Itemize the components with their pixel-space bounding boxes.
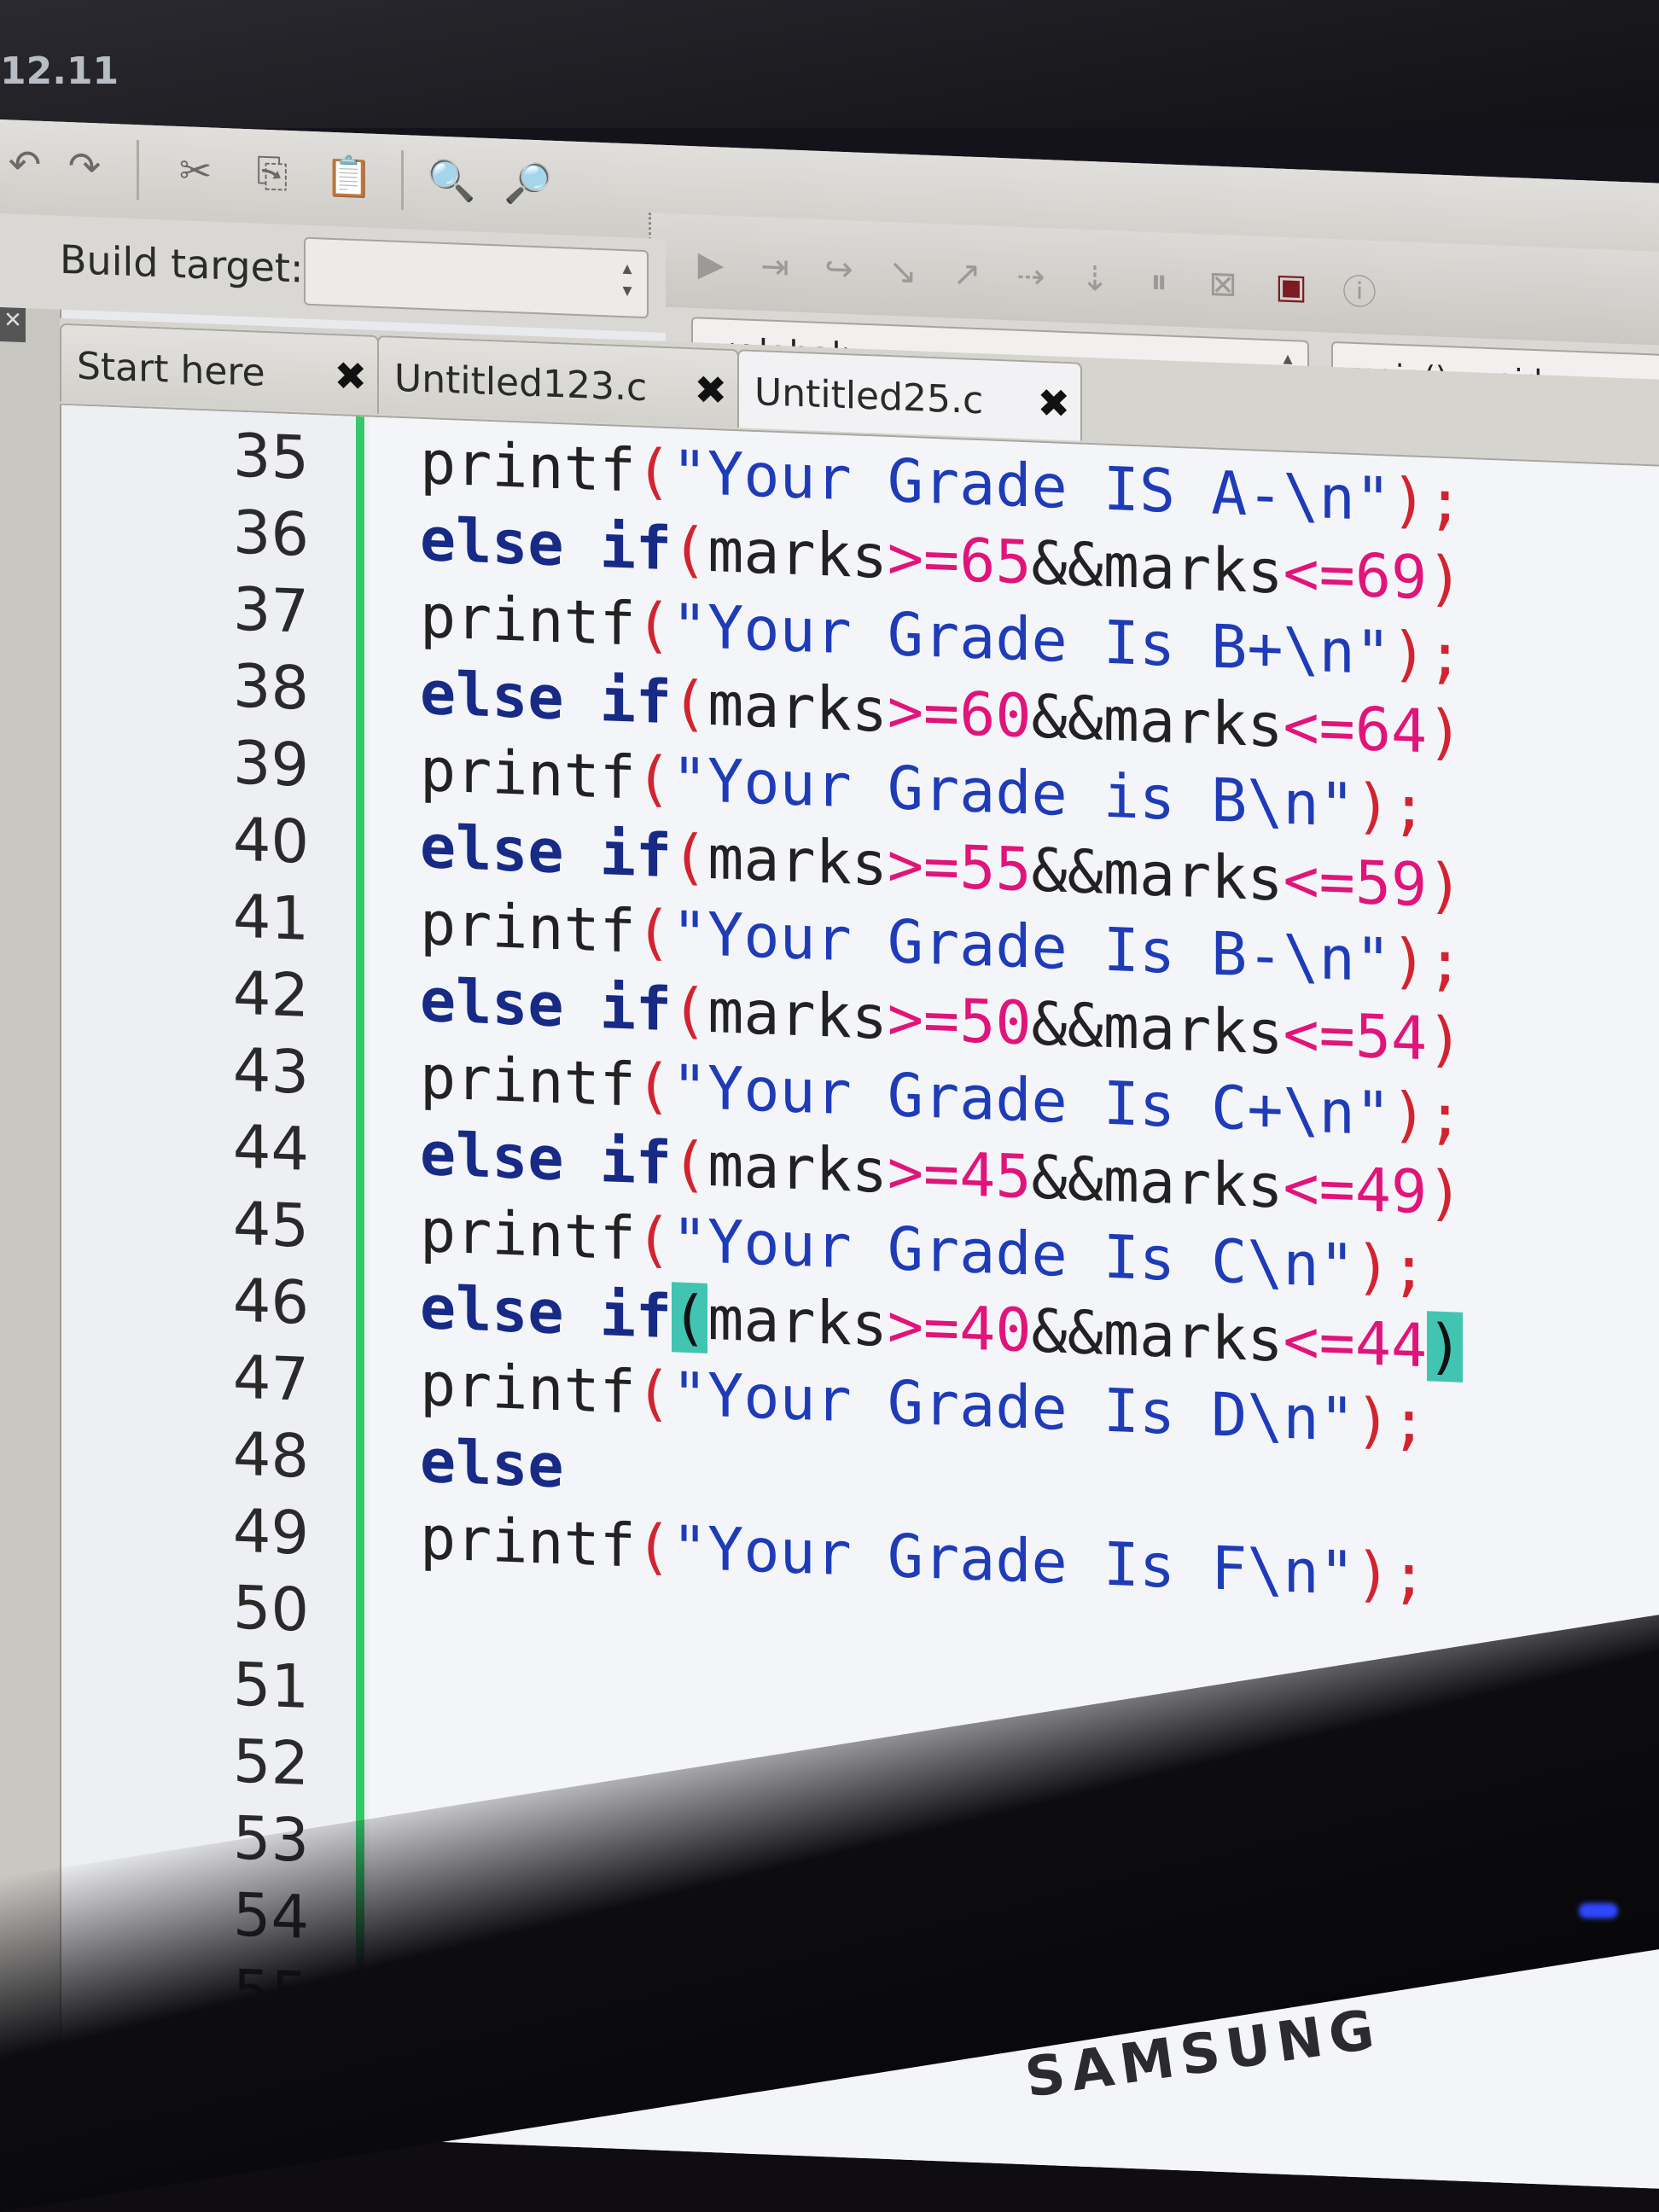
close-tab-icon[interactable]: ✖: [694, 366, 727, 413]
close-tab-icon[interactable]: ✖: [1037, 380, 1070, 427]
line-number: 35: [232, 420, 309, 493]
copy-icon[interactable]: ⎘: [247, 148, 297, 199]
line-number: 37: [232, 573, 309, 647]
undo-icon[interactable]: ↶: [0, 138, 49, 189]
toolbar-separator: [137, 140, 139, 201]
tab-label: Untitled123.c: [394, 356, 648, 410]
window-title: 12.11: [0, 49, 119, 93]
close-tab-icon[interactable]: ✖: [334, 352, 367, 399]
info-icon[interactable]: ⓘ: [1334, 265, 1385, 314]
tab-label: Untitled25.c: [754, 370, 984, 423]
tab-label: Start here: [77, 344, 265, 395]
line-number: 52: [232, 1726, 309, 1799]
line-number: 46: [232, 1265, 309, 1338]
line-number: 38: [232, 650, 309, 724]
line-number: 49: [232, 1495, 309, 1569]
window-titlebar: 12.11: [0, 0, 1659, 128]
tab-start-here[interactable]: Start here ✖: [60, 323, 379, 415]
build-target-select[interactable]: ▴ ▾: [304, 236, 649, 319]
stop-icon[interactable]: ⊠: [1197, 259, 1249, 309]
close-panel-icon[interactable]: ✕: [0, 307, 26, 343]
line-number: 40: [232, 804, 309, 877]
tab-untitled25[interactable]: Untitled25.c ✖: [737, 349, 1082, 441]
photo-of-monitor: 12.11 ↶ ↷ ✂ ⎘ 📋 🔍 🔎 ▶ ⇥ ↪ ↘ ↗ ⇢ ⇣ ⏸ ⊠ ▣ …: [0, 0, 1659, 2212]
cut-icon[interactable]: ✂: [171, 145, 220, 196]
run-to-cursor-icon[interactable]: ⇥: [749, 242, 800, 292]
build-target-label: Build target:: [60, 236, 304, 292]
line-number: 51: [232, 1649, 309, 1722]
line-number: 41: [232, 881, 309, 954]
pause-icon[interactable]: ⏸: [1133, 257, 1185, 306]
line-number: 36: [232, 497, 309, 570]
next-instruction-icon[interactable]: ⇢: [1005, 252, 1057, 301]
toolbar-separator: [401, 150, 404, 211]
tab-untitled123[interactable]: Untitled123.c ✖: [377, 335, 739, 428]
management-panel: ✕: [0, 307, 61, 2128]
paste-icon[interactable]: 📋: [324, 151, 374, 202]
find-icon[interactable]: 🔍: [427, 154, 476, 206]
line-number: 43: [232, 1034, 309, 1108]
step-into-icon[interactable]: ↘: [877, 247, 928, 296]
line-number: 48: [232, 1418, 309, 1492]
line-number: 47: [232, 1342, 309, 1415]
debug-windows-icon[interactable]: ▣: [1266, 262, 1317, 311]
line-code: else: [420, 1425, 564, 1502]
redo-icon[interactable]: ↷: [60, 141, 109, 192]
next-line-icon[interactable]: ↪: [813, 245, 864, 294]
step-out-icon[interactable]: ↗: [941, 249, 992, 299]
line-number: 39: [232, 727, 309, 800]
line-number: 44: [232, 1111, 309, 1185]
spin-arrows-icon: ▴▾: [622, 258, 632, 302]
line-number: 50: [232, 1572, 309, 1645]
power-led: [1579, 1903, 1618, 1918]
debug-run-icon[interactable]: ▶: [685, 240, 736, 289]
line-number: 42: [232, 958, 309, 1031]
replace-icon[interactable]: 🔎: [504, 158, 553, 209]
line-number: 45: [232, 1188, 309, 1261]
step-into-instruction-icon[interactable]: ⇣: [1069, 254, 1121, 304]
